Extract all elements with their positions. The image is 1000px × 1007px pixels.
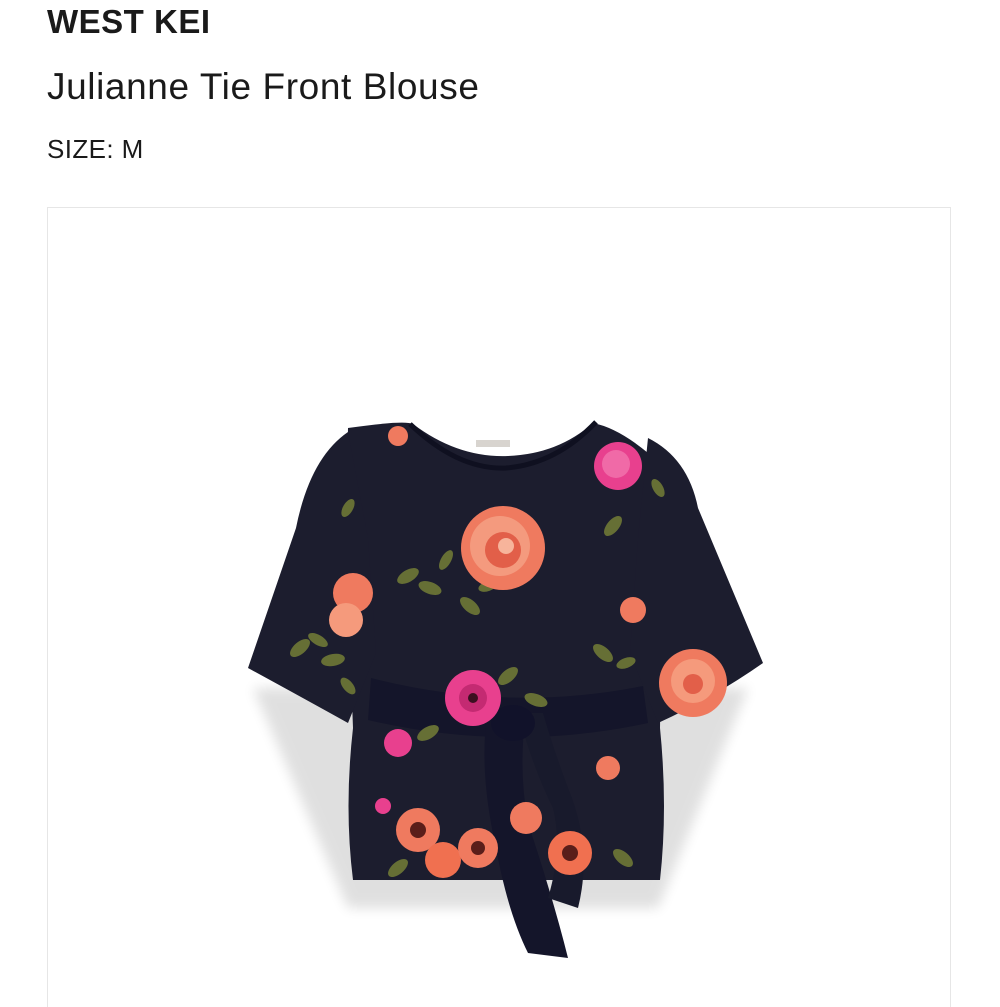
- product-image-card[interactable]: [47, 207, 951, 1007]
- product-title: Julianne Tie Front Blouse: [47, 66, 480, 107]
- blouse-photo: [248, 420, 763, 958]
- floral-rose-right: [659, 649, 727, 717]
- brand-name: WEST KEI: [47, 3, 211, 40]
- size-label: SIZE: M: [47, 134, 144, 164]
- floral-rose-center: [461, 506, 545, 590]
- neck-label: [476, 440, 510, 447]
- floral-pink-top: [594, 442, 642, 490]
